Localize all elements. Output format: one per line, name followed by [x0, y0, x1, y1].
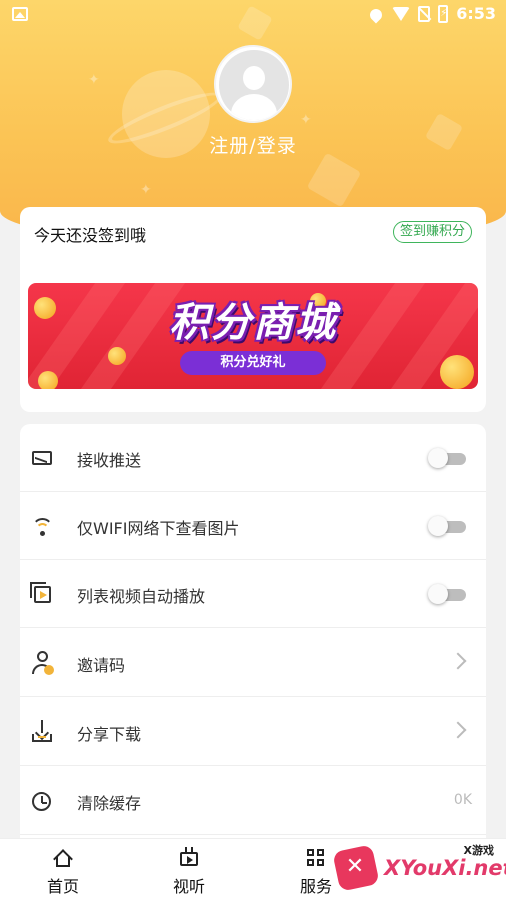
nav-item-media[interactable]: 视听 — [144, 839, 234, 900]
gamepad-logo-icon — [332, 844, 380, 892]
push-toggle[interactable] — [428, 448, 468, 468]
setting-label: 邀请码 — [77, 656, 126, 675]
setting-label: 列表视频自动播放 — [77, 587, 206, 606]
nav-item-home[interactable]: 首页 — [18, 839, 108, 900]
settings-list: 接收推送 仅WIFI网络下查看图片 列表视频自动播放 邀请码 分享下载 清除缓存… — [20, 424, 486, 864]
tv-icon — [180, 847, 198, 867]
star-decoration: ✦ — [88, 72, 100, 88]
banner-subtitle: 积分兑好礼 — [180, 351, 326, 375]
cache-size-value: 0K — [453, 792, 472, 808]
chevron-right-icon — [449, 721, 467, 739]
chevron-right-icon — [449, 652, 467, 670]
points-mall-banner[interactable]: 积分商城 积分兑好礼 — [28, 283, 478, 389]
default-avatar-icon — [219, 50, 289, 120]
setting-row-clear-cache[interactable]: 清除缓存 0K — [20, 767, 486, 835]
setting-row-wifi-images[interactable]: 仅WIFI网络下查看图片 — [20, 492, 486, 560]
coin-icon — [34, 297, 56, 319]
home-icon — [53, 849, 73, 869]
login-link[interactable]: 注册/登录 — [0, 131, 506, 158]
video-play-icon — [30, 582, 51, 603]
setting-label: 仅WIFI网络下查看图片 — [77, 519, 240, 538]
battery-icon: ⚡ — [438, 4, 449, 23]
location-icon — [367, 6, 385, 23]
setting-row-invite-code[interactable]: 邀请码 — [20, 629, 486, 697]
watermark-text: XYouXi.net — [384, 856, 506, 880]
image-icon — [12, 7, 28, 21]
setting-row-push[interactable]: 接收推送 — [20, 424, 486, 492]
site-watermark: XYouXi.net X游戏 — [332, 840, 506, 896]
setting-label: 接收推送 — [77, 451, 142, 470]
star-decoration: ✦ — [140, 182, 152, 198]
setting-label: 分享下载 — [77, 725, 142, 744]
clear-cache-icon — [32, 792, 51, 811]
banner-title: 积分商城 — [169, 300, 337, 346]
checkin-status-text: 今天还没签到哦 — [34, 226, 147, 245]
download-icon — [32, 720, 54, 742]
setting-label: 清除缓存 — [77, 794, 142, 813]
checkin-button[interactable]: 签到赚积分 — [392, 221, 472, 243]
coin-icon — [108, 347, 126, 365]
watermark-tag: X游戏 — [463, 844, 494, 857]
star-decoration: ✦ — [300, 112, 312, 128]
nav-label: 视听 — [172, 877, 205, 896]
add-user-icon — [32, 651, 54, 675]
setting-row-share-download[interactable]: 分享下载 — [20, 698, 486, 766]
status-time: 6:53 — [456, 4, 496, 23]
setting-row-autoplay[interactable]: 列表视频自动播放 — [20, 560, 486, 628]
push-mail-icon — [32, 451, 52, 465]
autoplay-toggle[interactable] — [428, 584, 468, 604]
wifi-icon — [392, 6, 411, 21]
grid-icon — [307, 849, 325, 867]
avatar[interactable] — [214, 45, 292, 123]
no-sim-icon — [418, 5, 431, 22]
status-bar: ⚡ 6:53 — [0, 0, 506, 30]
wifi-images-toggle[interactable] — [428, 516, 468, 536]
coin-icon — [38, 371, 58, 389]
checkin-card: 今天还没签到哦 签到赚积分 积分商城 积分兑好礼 — [20, 207, 486, 412]
wifi-icon — [32, 518, 54, 538]
coin-icon — [440, 355, 474, 389]
tile-decoration — [306, 152, 362, 208]
nav-label: 首页 — [46, 877, 79, 896]
